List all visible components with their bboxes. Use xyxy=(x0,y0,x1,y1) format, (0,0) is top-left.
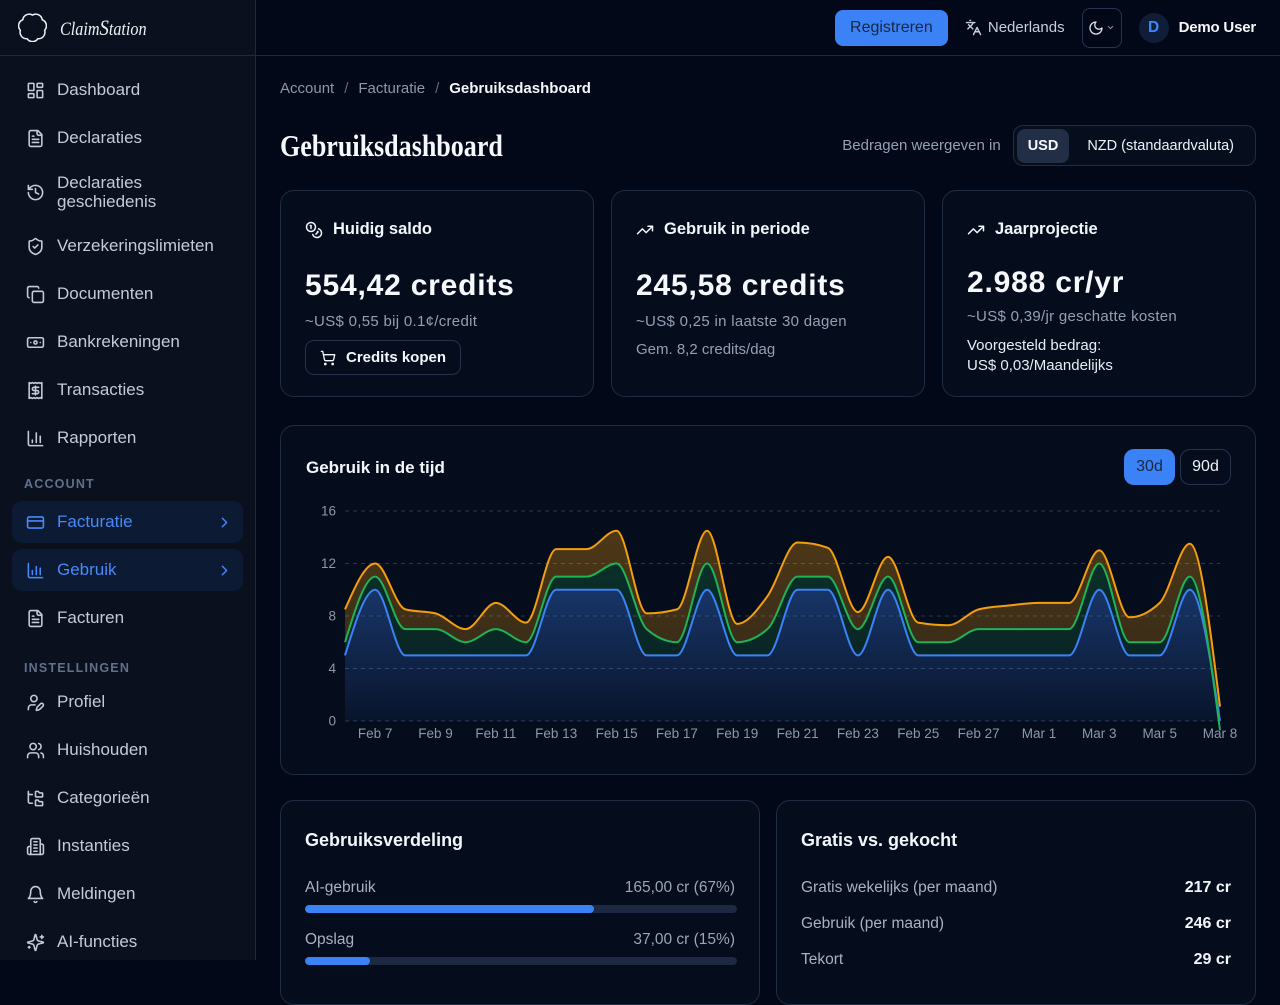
svg-text:12: 12 xyxy=(321,556,336,571)
svg-text:Mar 5: Mar 5 xyxy=(1142,726,1177,741)
svg-text:Feb 11: Feb 11 xyxy=(475,726,516,741)
svg-text:Feb 25: Feb 25 xyxy=(897,726,939,741)
svg-text:Feb 23: Feb 23 xyxy=(837,726,879,741)
svg-text:8: 8 xyxy=(328,609,336,624)
svg-text:Mar 1: Mar 1 xyxy=(1022,726,1057,741)
svg-text:Mar 3: Mar 3 xyxy=(1082,726,1117,741)
svg-text:Feb 27: Feb 27 xyxy=(958,726,1000,741)
svg-text:Feb 9: Feb 9 xyxy=(418,726,453,741)
svg-text:Feb 21: Feb 21 xyxy=(777,726,819,741)
svg-text:Feb 15: Feb 15 xyxy=(596,726,638,741)
svg-text:0: 0 xyxy=(328,714,336,729)
svg-text:4: 4 xyxy=(328,661,336,676)
svg-text:16: 16 xyxy=(321,504,336,519)
svg-text:Feb 19: Feb 19 xyxy=(716,726,758,741)
svg-text:Feb 13: Feb 13 xyxy=(535,726,577,741)
svg-text:Feb 17: Feb 17 xyxy=(656,726,698,741)
svg-text:Feb 7: Feb 7 xyxy=(358,726,393,741)
